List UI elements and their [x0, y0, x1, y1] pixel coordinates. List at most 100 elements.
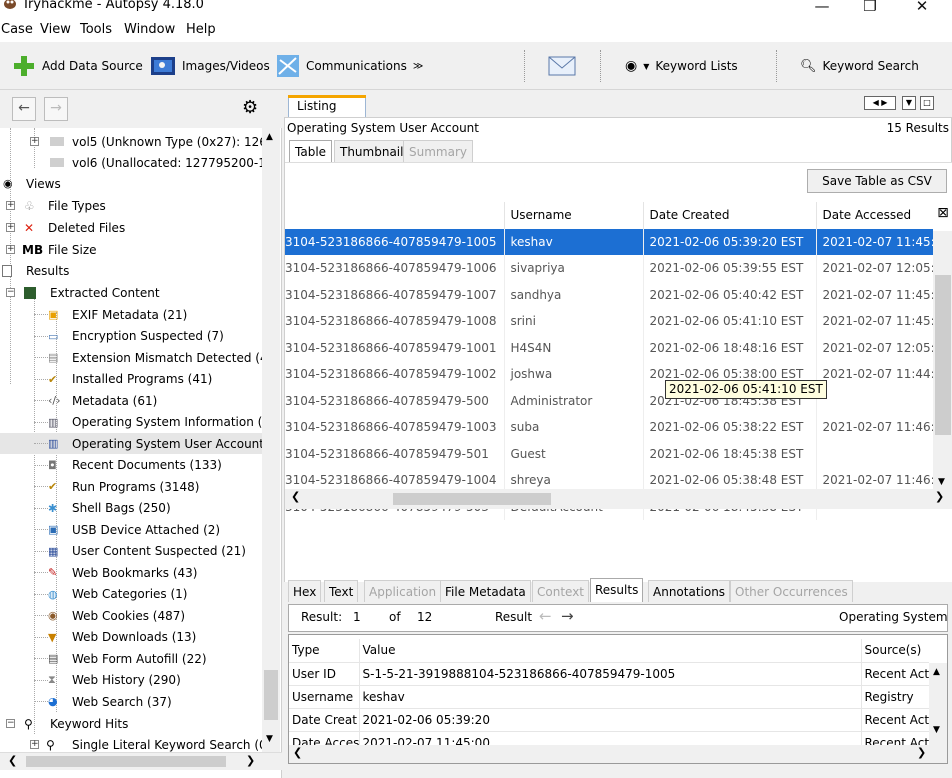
column-header-sources[interactable]: Source(s): [860, 639, 929, 663]
menu-case[interactable]: Case: [1, 22, 33, 37]
table-row[interactable]: 3104-523186866-407859479-500 Administrato…: [285, 387, 933, 414]
column-chooser-icon[interactable]: ⊠: [933, 205, 952, 229]
gear-icon[interactable]: ⚙: [242, 98, 258, 118]
menu-tools[interactable]: Tools: [80, 22, 112, 37]
listing-horizontal-scrollbar[interactable]: ❮ ❯: [285, 489, 952, 509]
tab-thumbnail[interactable]: Thumbnail: [334, 140, 410, 162]
scroll-thumb[interactable]: [935, 275, 951, 435]
table-cell: Administrator: [503, 387, 643, 414]
tree-item-label: Installed Programs (41): [72, 372, 213, 386]
tab-summary[interactable]: Summary: [403, 140, 473, 162]
tree-vertical-scrollbar[interactable]: ▲ ▼: [262, 128, 280, 752]
maximize-button[interactable]: ❐: [848, 0, 892, 18]
attribute-row[interactable]: User ID S-1-5-21-3919888104-523186866-407…: [289, 662, 929, 686]
next-result-arrow-icon[interactable]: →: [561, 607, 574, 625]
column-header-date-accessed[interactable]: Date Accessed: [815, 202, 933, 229]
tab-application[interactable]: Application: [364, 580, 442, 602]
date-tooltip: 2021-02-06 05:41:10 EST: [665, 380, 827, 399]
attribute-cell: Recent Act: [860, 708, 929, 732]
table-row[interactable]: 3104-523186866-407859479-1006 sivapriya 20…: [285, 255, 933, 282]
table-row[interactable]: 3104-523186866-407859479-1001 H4S4N 2021-0…: [285, 334, 933, 361]
tree-node-label: Keyword Hits: [50, 716, 129, 731]
previous-result-arrow-icon[interactable]: ←: [539, 607, 552, 625]
scroll-left-icon[interactable]: ❮: [291, 490, 300, 503]
tab-listing[interactable]: Listing: [288, 95, 366, 117]
tab-annotations[interactable]: Annotations: [648, 580, 731, 602]
tree-horizontal-scrollbar[interactable]: ❮ ❯: [0, 752, 282, 770]
toolbar-separator: [600, 50, 601, 82]
eye-icon: ◉: [3, 177, 13, 190]
tree-item-label: Extension Mismatch Detected (4: [72, 350, 262, 365]
add-data-source-button[interactable]: Add Data Source: [12, 54, 143, 78]
plus-icon: [14, 56, 34, 76]
scroll-left-icon[interactable]: ❮: [8, 754, 17, 767]
column-header-username[interactable]: Username: [503, 202, 643, 229]
table-row[interactable]: 3104-523186866-407859479-501 Guest 2021-02…: [285, 440, 933, 467]
scroll-thumb[interactable]: [26, 756, 226, 767]
scroll-up-icon[interactable]: ▲: [266, 132, 273, 142]
result-nav-label: Result: [495, 610, 533, 624]
column-header[interactable]: [285, 202, 504, 229]
close-window-button[interactable]: ✕: [900, 0, 944, 18]
eye-icon: ◉: [625, 58, 638, 74]
tab-table[interactable]: Table: [289, 140, 333, 162]
column-header-type[interactable]: Type: [289, 639, 359, 663]
keyword-search-button[interactable]: 🔍︎ Keyword Search: [800, 54, 919, 78]
scroll-down-icon[interactable]: ▼: [938, 477, 945, 487]
attribute-row[interactable]: Username keshav Registry: [289, 685, 929, 709]
dropdown-icon[interactable]: ▼: [902, 96, 916, 110]
table-row[interactable]: 3104-523186866-407859479-1007 sandhya 2021…: [285, 281, 933, 308]
menu-view[interactable]: View: [40, 22, 71, 37]
menu-help[interactable]: Help: [186, 22, 216, 37]
tab-file-metadata[interactable]: File Metadata: [440, 580, 531, 602]
table-row[interactable]: 3104-523186866-407859479-1003 suba 2021-02…: [285, 414, 933, 441]
save-table-csv-button[interactable]: Save Table as CSV: [807, 169, 947, 193]
maximize-icon[interactable]: □: [920, 96, 934, 110]
tree-item-label: Operating System Information (2: [72, 415, 262, 429]
tree-item-label: EXIF Metadata (21): [72, 307, 188, 322]
minimize-button[interactable]: —: [800, 0, 844, 18]
scroll-down-icon[interactable]: ▼: [266, 734, 273, 744]
attribute-row[interactable]: Date Creat 2021-02-06 05:39:20 Recent Act: [289, 708, 929, 732]
table-row[interactable]: 3104-523186866-407859479-1002 joshwa 2021-…: [285, 361, 933, 388]
table-cell: keshav: [503, 228, 643, 255]
scroll-right-icon[interactable]: ❯: [935, 490, 944, 503]
tab-context[interactable]: Context: [532, 580, 590, 602]
communications-button[interactable]: Communications ≫: [276, 54, 423, 78]
tab-other-occurrences[interactable]: Other Occurrences: [730, 580, 853, 602]
tree-item-label: Web History (290): [72, 673, 181, 687]
column-header-value[interactable]: Value: [358, 639, 861, 663]
keyword-lists-button[interactable]: ◉ ▼ Keyword Lists: [624, 54, 752, 78]
scroll-down-icon[interactable]: ▼: [933, 725, 940, 735]
menu-window[interactable]: Window: [124, 22, 175, 37]
tab-hex[interactable]: Hex: [288, 580, 322, 602]
attributes-horizontal-scrollbar[interactable]: ❮ ❯: [289, 745, 947, 763]
table-cell: 3104-523186866-407859479-501: [285, 446, 489, 461]
table-row[interactable]: 3104-523186866-407859479-1008 srini 2021-0…: [285, 308, 933, 335]
scroll-left-icon[interactable]: ❮: [293, 746, 302, 759]
table-cell: 2021-02-07 11:46:: [815, 414, 933, 441]
listing-vertical-scrollbar[interactable]: ▼: [933, 231, 952, 489]
table-cell: 2021-02-06 05:41:10 EST: [642, 308, 816, 335]
scroll-thumb[interactable]: [393, 493, 551, 505]
tree-node-label: File Size: [48, 242, 97, 257]
scroll-right-icon[interactable]: ❯: [917, 746, 926, 759]
scroll-up-icon[interactable]: ▲: [933, 667, 940, 677]
email-button[interactable]: [548, 54, 576, 78]
tab-nav-arrows[interactable]: ◀ ▶: [864, 96, 896, 110]
add-data-source-label: Add Data Source: [42, 59, 143, 73]
attributes-vertical-scrollbar[interactable]: ▲ ▼: [929, 663, 947, 745]
scroll-right-icon[interactable]: ❯: [246, 754, 255, 767]
tree-item-user-account[interactable]: ▥ Operating System User Account: [0, 433, 262, 454]
table-cell: suba: [503, 414, 643, 441]
column-header-date-created[interactable]: Date Created: [642, 202, 816, 229]
forward-arrow-icon[interactable]: →: [44, 97, 68, 121]
table-cell: 2021-02-07 12:05:: [815, 255, 933, 282]
table-cell: 3104-523186866-407859479-500: [285, 393, 489, 408]
scroll-thumb[interactable]: [264, 670, 278, 720]
tab-results[interactable]: Results: [590, 578, 644, 602]
images-videos-button[interactable]: Images/Videos: [150, 54, 270, 78]
tab-text[interactable]: Text: [324, 580, 359, 602]
table-row[interactable]: 3104-523186866-407859479-1005 keshav 2021-…: [285, 228, 933, 255]
back-arrow-icon[interactable]: ←: [12, 97, 36, 121]
